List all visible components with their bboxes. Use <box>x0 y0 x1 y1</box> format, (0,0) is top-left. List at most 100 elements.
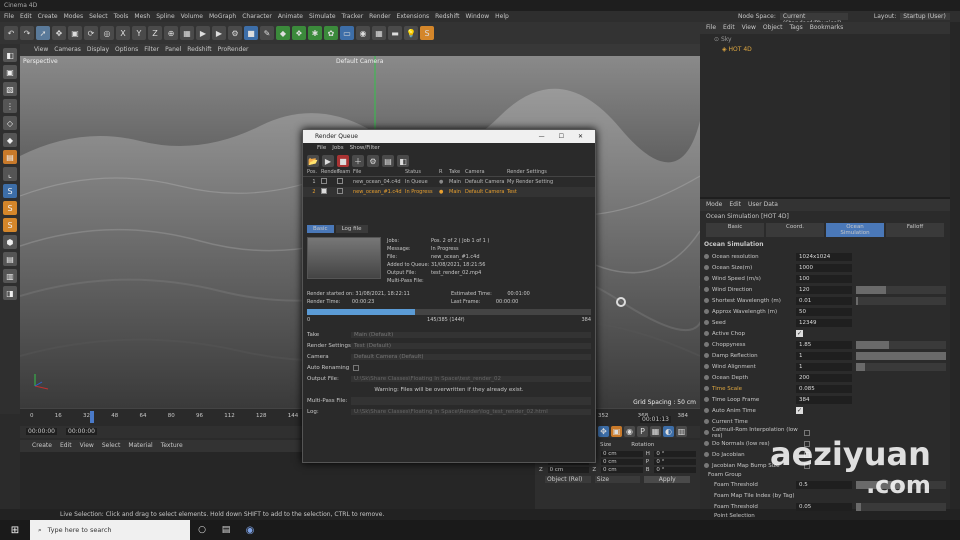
menu-item-create[interactable]: Create <box>38 13 58 20</box>
render-settings-icon[interactable]: ⚙ <box>228 26 242 40</box>
viewport-menu-display[interactable]: Display <box>87 46 109 54</box>
task-view-icon[interactable]: ○ <box>190 525 214 535</box>
material-menu-material[interactable]: Material <box>128 442 152 450</box>
subdivision-icon[interactable]: ◆ <box>276 26 290 40</box>
param-value[interactable]: 0.01 <box>796 296 852 305</box>
coord-field[interactable]: 0 ° <box>654 451 697 457</box>
render-region-icon[interactable]: ▦ <box>180 26 194 40</box>
windows-start-icon[interactable]: ⊞ <box>0 525 30 536</box>
param-value[interactable]: 1 <box>796 351 852 360</box>
rq-menu-show-filter[interactable]: Show/Filter <box>350 145 380 151</box>
tab-falloff[interactable]: Falloff <box>886 223 944 237</box>
record-icon[interactable]: ◐ <box>663 426 674 437</box>
material-menu-texture[interactable]: Texture <box>161 442 183 450</box>
rotate-icon[interactable]: ⟳ <box>84 26 98 40</box>
menu-item-modes[interactable]: Modes <box>64 13 83 20</box>
camera-select[interactable]: Default Camera (Default) <box>351 353 591 360</box>
object-menu-tags[interactable]: Tags <box>789 24 802 32</box>
jobs-column-header[interactable]: Team <box>337 169 353 176</box>
param-slider[interactable] <box>856 285 946 294</box>
cube-icon[interactable]: ■ <box>244 26 258 40</box>
taskbar-search[interactable]: ⌕ Type here to search <box>30 520 190 540</box>
add-icon[interactable]: ＋ <box>352 155 364 167</box>
object-icon[interactable]: ▣ <box>611 426 622 437</box>
menu-item-file[interactable]: File <box>4 13 14 20</box>
param-anim-dot[interactable] <box>704 254 709 259</box>
redo-icon[interactable]: ↷ <box>20 26 34 40</box>
point-selection[interactable]: Point Selection <box>700 512 950 520</box>
job-team-checkbox[interactable] <box>337 188 353 196</box>
menu-item-spline[interactable]: Spline <box>156 13 174 20</box>
render-view-icon[interactable]: ▶ <box>196 26 210 40</box>
object-sky[interactable]: ⊙ Sky <box>700 34 950 45</box>
param-value[interactable]: 1.85 <box>796 340 852 349</box>
live-selection-icon[interactable]: ➚ <box>36 26 50 40</box>
object-menu-object[interactable]: Object <box>763 24 783 32</box>
material-menu-view[interactable]: View <box>80 442 94 450</box>
job-row[interactable]: 2 new_ocean_#1.c4d In Progress ● Main Default… <box>303 187 595 197</box>
frame-end[interactable]: 00:01:13 <box>640 416 671 423</box>
undo-icon[interactable]: ↶ <box>4 26 18 40</box>
param-slider[interactable] <box>856 340 946 349</box>
minimize-icon[interactable]: — <box>539 133 545 140</box>
size-mode-select[interactable]: Size <box>594 476 641 483</box>
c4d-app-icon[interactable]: ◉ <box>238 525 262 536</box>
object-menu-bookmarks[interactable]: Bookmarks <box>810 24 844 32</box>
menu-item-animate[interactable]: Animate <box>278 13 303 20</box>
maximize-icon[interactable]: ☐ <box>559 133 564 140</box>
viewport-menu-prorender[interactable]: ProRender <box>218 46 249 54</box>
right-side-tabs[interactable] <box>950 22 960 509</box>
param-anim-dot[interactable] <box>704 452 709 457</box>
open-icon[interactable]: 📂 <box>307 155 319 167</box>
rq-tab-basic[interactable]: Basic <box>307 225 334 233</box>
texture-mode-icon[interactable]: ▧ <box>3 82 17 96</box>
quantize-icon[interactable]: S <box>3 218 17 232</box>
sky-icon[interactable]: ▬ <box>388 26 402 40</box>
param-anim-dot[interactable] <box>704 298 709 303</box>
coord-mode-select[interactable]: Object (Rel) <box>545 476 591 483</box>
deformer-icon[interactable]: ✱ <box>308 26 322 40</box>
workplane-icon[interactable]: ⬢ <box>3 235 17 249</box>
uv-mode-icon[interactable]: ▤ <box>3 150 17 164</box>
foam-slider[interactable] <box>856 502 946 511</box>
param-anim-dot[interactable] <box>704 386 709 391</box>
z-axis-icon[interactable]: Z <box>148 26 162 40</box>
coord-field[interactable]: 0 cm <box>601 451 643 457</box>
axis-mode-icon[interactable]: ⌞ <box>3 167 17 181</box>
param-value[interactable]: 12349 <box>796 318 852 327</box>
param-anim-dot[interactable] <box>704 463 709 468</box>
picture-viewer-icon[interactable]: ◧ <box>397 155 409 167</box>
menu-item-character[interactable]: Character <box>242 13 272 20</box>
viewport-solo-icon[interactable]: ◨ <box>3 286 17 300</box>
multipass-field[interactable] <box>351 396 591 405</box>
output-file-field[interactable]: U:\Sk\Share Classes\Floating In Space\te… <box>351 375 591 382</box>
scale-icon[interactable]: ▣ <box>68 26 82 40</box>
field-icon[interactable]: ✿ <box>324 26 338 40</box>
grid-view-icon[interactable]: ▦ <box>650 426 661 437</box>
points-mode-icon[interactable]: ⋮ <box>3 99 17 113</box>
menu-item-help[interactable]: Help <box>495 13 509 20</box>
pen-icon[interactable]: ✎ <box>260 26 274 40</box>
param-anim-dot[interactable] <box>704 419 709 424</box>
apply-button[interactable]: Apply <box>644 476 690 483</box>
param-value[interactable]: 200 <box>796 373 852 382</box>
material-menu-edit[interactable]: Edit <box>60 442 72 450</box>
make-editable-icon[interactable]: ◧ <box>3 48 17 62</box>
param-checkbox[interactable]: ✓ <box>796 407 803 414</box>
param-value[interactable]: 0.085 <box>796 384 852 393</box>
param-anim-dot[interactable] <box>704 331 709 336</box>
light-icon[interactable]: 💡 <box>404 26 418 40</box>
menu-item-mograph[interactable]: MoGraph <box>209 13 236 20</box>
model-mode-icon[interactable]: ▣ <box>3 65 17 79</box>
viewport-menu-options[interactable]: Options <box>115 46 138 54</box>
render-icon[interactable]: ▶ <box>322 155 334 167</box>
viewport-menu-view[interactable]: View <box>34 46 48 54</box>
jobs-column-header[interactable]: Pos. <box>307 169 321 176</box>
render-picture-icon[interactable]: ▶ <box>212 26 226 40</box>
snap-settings-icon[interactable]: S <box>3 201 17 215</box>
object-hot4d[interactable]: ◈ HOT 4D <box>700 45 950 54</box>
playhead[interactable] <box>90 411 94 423</box>
recent-icon[interactable]: ◎ <box>100 26 114 40</box>
param-value[interactable]: 120 <box>796 285 852 294</box>
layout-icon[interactable]: ▥ <box>676 426 687 437</box>
